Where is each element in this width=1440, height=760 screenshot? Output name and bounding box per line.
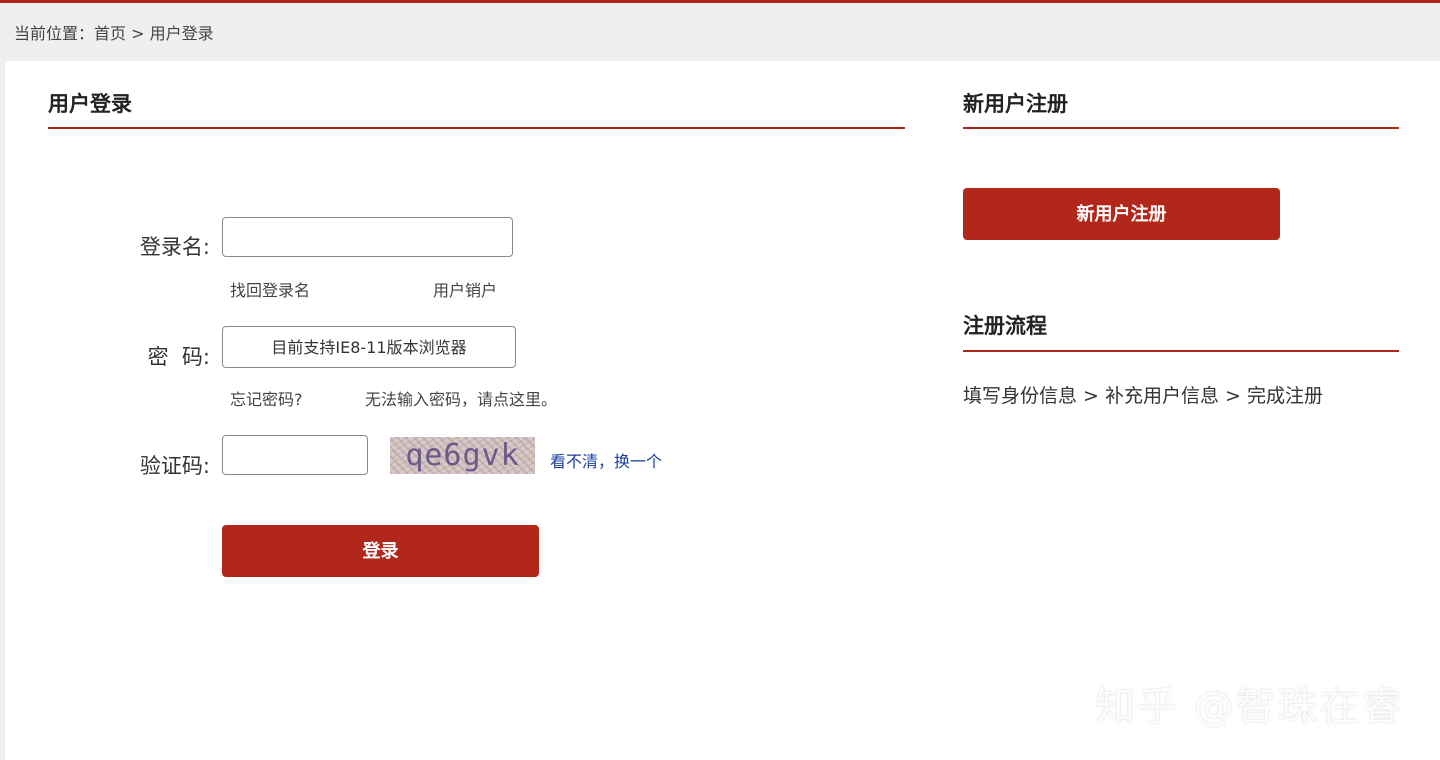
username-input[interactable] <box>222 217 513 257</box>
cancel-account-link[interactable]: 用户销户 <box>433 277 497 301</box>
register-title-divider <box>963 127 1399 129</box>
main-panel <box>5 61 1440 760</box>
login-title-divider <box>48 127 905 129</box>
breadcrumb: 当前位置：首页 > 用户登录 <box>14 24 214 43</box>
password-input[interactable] <box>222 326 516 368</box>
register-flow-title: 注册流程 <box>963 314 1047 338</box>
captcha-text: qe6gvk <box>405 438 520 473</box>
forgot-password-link[interactable]: 忘记密码? <box>230 386 303 410</box>
captcha-input[interactable] <box>222 435 368 475</box>
login-button[interactable]: 登录 <box>222 525 539 577</box>
watermark: 知乎 @智珠在睿 <box>1095 684 1404 730</box>
top-accent-bar <box>0 0 1440 3</box>
login-section-title: 用户登录 <box>48 92 132 116</box>
captcha-label: 验证码: <box>139 454 210 478</box>
register-section-title: 新用户注册 <box>963 92 1068 116</box>
register-button[interactable]: 新用户注册 <box>963 188 1280 240</box>
cannot-input-password-link[interactable]: 无法输入密码，请点这里。 <box>365 386 557 410</box>
register-flow-steps: 填写身份信息 > 补充用户信息 > 完成注册 <box>963 385 1323 407</box>
find-username-link[interactable]: 找回登录名 <box>230 277 310 301</box>
refresh-captcha-link[interactable]: 看不清，换一个 <box>550 448 662 472</box>
password-label: 密 码: <box>147 345 210 369</box>
captcha-image[interactable]: qe6gvk <box>390 437 535 474</box>
username-label: 登录名: <box>139 235 210 259</box>
register-flow-divider <box>963 350 1399 352</box>
